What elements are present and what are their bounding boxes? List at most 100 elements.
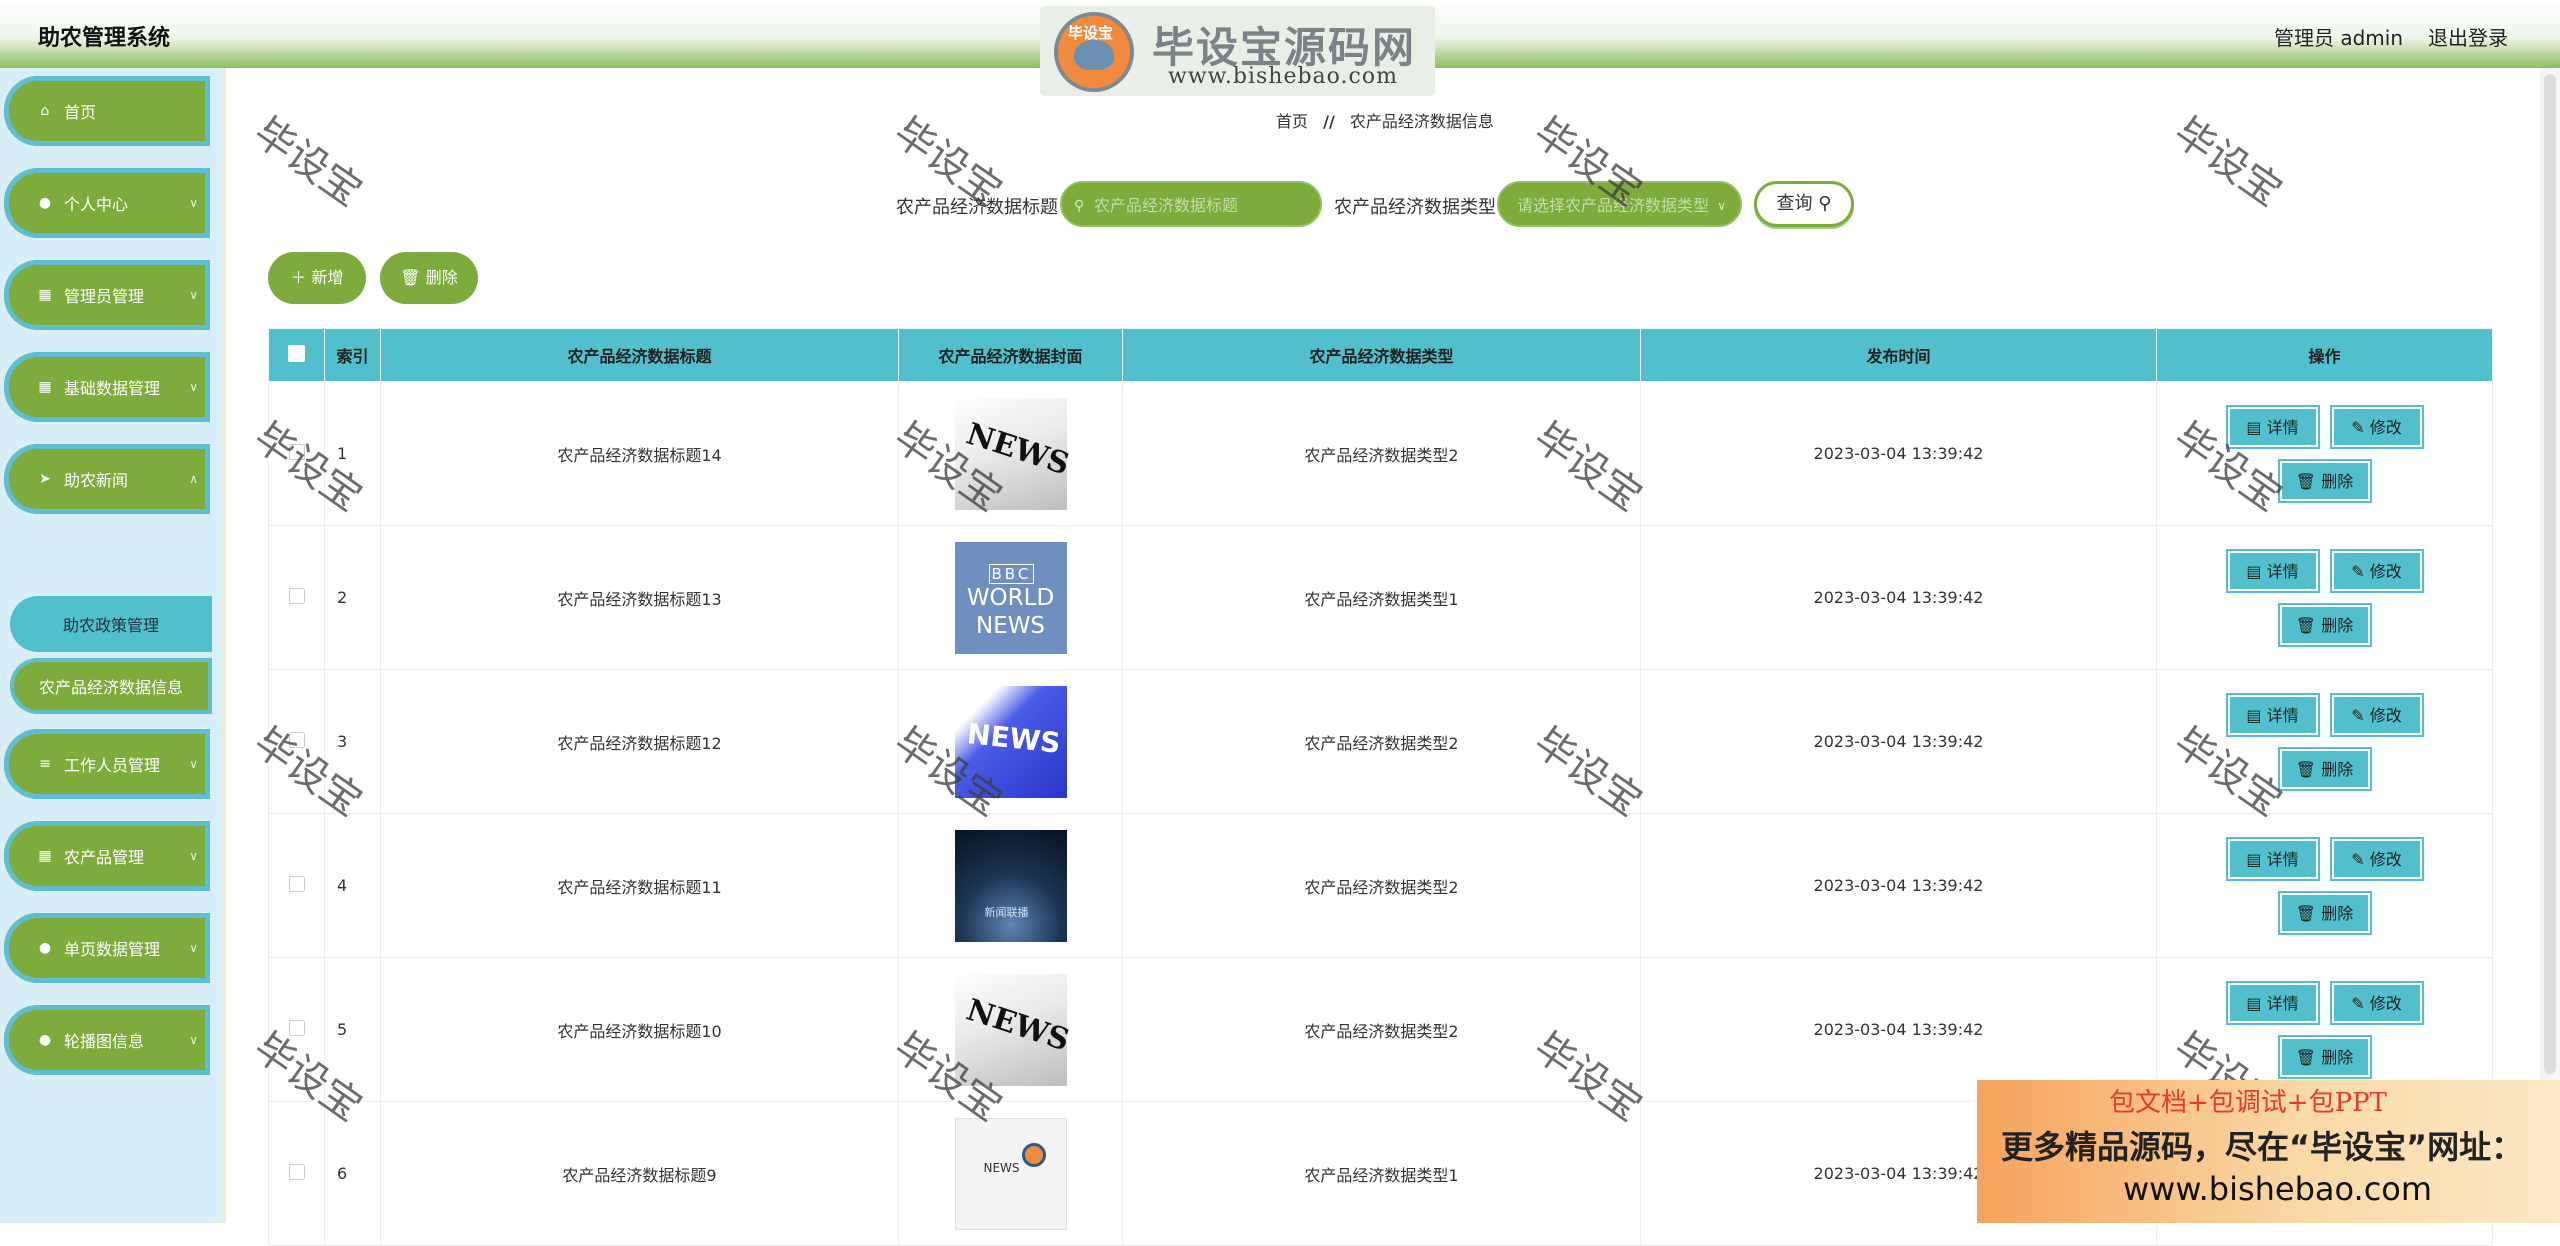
row-index: 4 <box>324 813 381 958</box>
sidebar-item-profile[interactable]: ● 个人中心 ∨ <box>4 168 210 238</box>
row-type: 农产品经济数据类型2 <box>1122 813 1641 958</box>
app-title: 助农管理系统 <box>38 26 171 51</box>
sidebar-item-label: 个人中心 <box>64 195 129 214</box>
row-checkbox-cell[interactable] <box>268 525 325 670</box>
row-checkbox-cell[interactable] <box>268 957 325 1102</box>
grid-icon: ▦ <box>38 287 52 303</box>
detail-label: 详情 <box>2266 993 2299 1013</box>
row-index: 6 <box>324 1101 381 1246</box>
sidebar-item-products[interactable]: ▦ 农产品管理 ∨ <box>4 821 210 891</box>
delete-label: 删除 <box>2321 903 2354 923</box>
sidebar-subitem-econ-data[interactable]: 农产品经济数据信息 <box>10 658 212 714</box>
row-cover-cell: NEWS <box>898 381 1123 526</box>
delete-button[interactable]: 🗑 删除 <box>2279 748 2370 789</box>
sidebar-item-home[interactable]: ⌂ 首页 <box>4 76 210 146</box>
row-checkbox[interactable] <box>288 875 305 892</box>
edit-button[interactable]: ✎ 修改 <box>2331 982 2422 1023</box>
title-search-input[interactable]: ⚲ 农产品经济数据标题 <box>1060 181 1322 227</box>
column-header-index: 索引 <box>324 328 381 382</box>
row-checkbox-cell[interactable] <box>268 813 325 958</box>
chevron-down-icon: ∨ <box>189 196 198 210</box>
sidebar-subitem-policy[interactable]: 助农政策管理 <box>10 596 212 652</box>
type-select[interactable]: 请选择农产品经济数据类型 ∨ <box>1497 181 1742 227</box>
grid-icon: ▦ <box>38 848 52 864</box>
cover-image: BBC WORLD NEWS <box>954 541 1067 654</box>
detail-button[interactable]: ▤ 详情 <box>2227 550 2318 591</box>
detail-button[interactable]: ▤ 详情 <box>2227 406 2318 447</box>
query-button[interactable]: 查询 ⚲ <box>1754 181 1854 227</box>
detail-button[interactable]: ▤ 详情 <box>2227 982 2318 1023</box>
column-header-time: 发布时间 <box>1640 328 2157 382</box>
sidebar-item-news[interactable]: ➤ 助农新闻 ∧ <box>4 444 210 514</box>
row-type: 农产品经济数据类型2 <box>1122 381 1641 526</box>
table-row: 2 农产品经济数据标题13 BBC WORLD NEWS 农产品经济数据类型1 20… <box>268 525 2493 670</box>
row-actions: ▤ 详情 ✎ 修改 🗑 删除 <box>2156 669 2493 814</box>
delete-label: 删除 <box>2321 759 2354 779</box>
sidebar-item-single-page[interactable]: ● 单页数据管理 ∨ <box>4 913 210 983</box>
row-checkbox[interactable] <box>288 587 305 604</box>
row-title: 农产品经济数据标题10 <box>380 957 899 1102</box>
promo-line-1: 包文档+包调试+包PPT <box>2109 1088 2387 1118</box>
delete-button[interactable]: 🗑 删除 <box>2279 604 2370 645</box>
edit-button[interactable]: ✎ 修改 <box>2331 838 2422 879</box>
edit-button[interactable]: ✎ 修改 <box>2331 550 2422 591</box>
select-all-checkbox[interactable] <box>288 344 305 362</box>
scrollbar-thumb[interactable] <box>2544 74 2556 1074</box>
sidebar-item-staff[interactable]: ≡ 工作人员管理 ∨ <box>4 729 210 799</box>
search-icon: ⚲ <box>1818 193 1832 214</box>
row-cover-cell: NEWS <box>898 957 1123 1102</box>
row-checkbox[interactable] <box>288 731 305 748</box>
pencil-icon: ✎ <box>2351 417 2370 437</box>
watermark: 毕设宝 <box>2165 109 2291 216</box>
row-checkbox[interactable] <box>288 1019 305 1036</box>
detail-button[interactable]: ▤ 详情 <box>2227 838 2318 879</box>
chevron-down-icon: ∨ <box>189 757 198 771</box>
doc-icon: ▤ <box>2246 705 2267 725</box>
edit-label: 修改 <box>2369 417 2402 437</box>
column-header-type: 农产品经济数据类型 <box>1122 328 1641 382</box>
logout-link[interactable]: 退出登录 <box>2428 22 2508 51</box>
cover-image-text: NEWS <box>965 716 1062 760</box>
query-label: 查询 <box>1776 193 1813 214</box>
delete-label: 删除 <box>2321 471 2354 491</box>
list-icon: ≡ <box>39 756 51 772</box>
breadcrumb-home[interactable]: 首页 <box>1276 112 1308 131</box>
pencil-icon: ✎ <box>2351 849 2370 869</box>
pencil-icon: ✎ <box>2351 561 2370 581</box>
edit-button[interactable]: ✎ 修改 <box>2331 694 2422 735</box>
row-title: 农产品经济数据标题11 <box>380 813 899 958</box>
sidebar-item-base-data[interactable]: ▦ 基础数据管理 ∨ <box>4 352 210 422</box>
vertical-scrollbar[interactable] <box>2540 68 2560 1223</box>
title-search-placeholder: 农产品经济数据标题 <box>1094 196 1239 215</box>
select-all-cell[interactable] <box>268 328 325 382</box>
row-checkbox[interactable] <box>288 443 305 460</box>
chevron-down-icon: ∨ <box>1717 199 1726 213</box>
row-index: 5 <box>324 957 381 1102</box>
row-checkbox-cell[interactable] <box>268 381 325 526</box>
column-header-actions: 操作 <box>2156 328 2493 382</box>
delete-button[interactable]: 🗑 删除 <box>2279 460 2370 501</box>
delete-label: 删除 <box>2321 615 2354 635</box>
sidebar-item-admins[interactable]: ▦ 管理员管理 ∨ <box>4 260 210 330</box>
delete-button[interactable]: 🗑 删除 <box>2279 892 2370 933</box>
chevron-up-icon: ∧ <box>189 472 198 486</box>
cover-image: NEWS <box>954 973 1073 1086</box>
row-checkbox-cell[interactable] <box>268 669 325 814</box>
edit-button[interactable]: ✎ 修改 <box>2331 406 2422 447</box>
doc-icon: ▤ <box>2246 849 2267 869</box>
batch-delete-button[interactable]: 🗑 删除 <box>380 252 478 304</box>
delete-button[interactable]: 🗑 删除 <box>2279 1036 2370 1077</box>
breadcrumb-separator: // <box>1323 112 1335 131</box>
detail-button[interactable]: ▤ 详情 <box>2227 694 2318 735</box>
row-checkbox[interactable] <box>288 1163 305 1180</box>
cover-image-text: 新闻联播 <box>984 905 1029 919</box>
sidebar-item-carousel[interactable]: ● 轮播图信息 ∨ <box>4 1005 210 1075</box>
add-button[interactable]: ＋ 新增 <box>268 252 366 304</box>
sidebar-item-label: 助农新闻 <box>64 471 129 490</box>
title-search-label: 农产品经济数据标题 <box>896 197 1058 218</box>
type-select-placeholder: 请选择农产品经济数据类型 <box>1517 196 1710 215</box>
trash-icon: 🗑 <box>2295 1047 2322 1067</box>
row-checkbox-cell[interactable] <box>268 1101 325 1246</box>
cover-image-text: NEWS <box>961 992 1073 1058</box>
edit-label: 修改 <box>2369 993 2402 1013</box>
